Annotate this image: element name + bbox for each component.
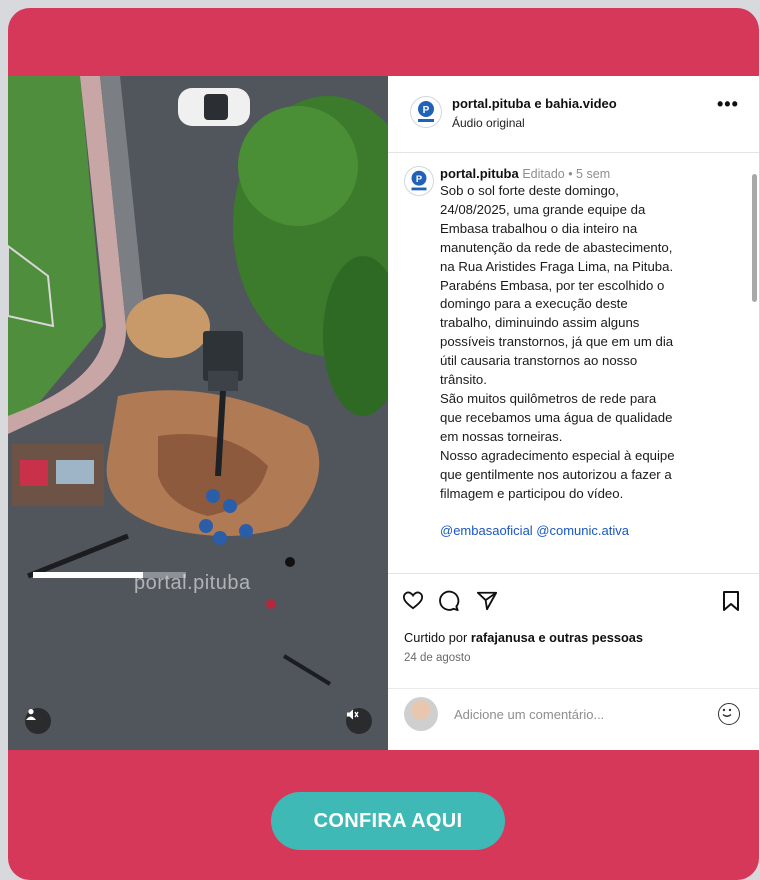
caption-scrollbar[interactable] xyxy=(750,154,758,572)
action-bar xyxy=(388,573,759,614)
aerial-street-scene xyxy=(8,76,388,750)
post-panel: P portal.pituba e bahia.video Áudio orig… xyxy=(388,76,759,750)
header-username[interactable]: portal.pituba e bahia.video xyxy=(452,96,617,111)
caption-avatar[interactable]: P xyxy=(404,166,434,196)
emoji-icon[interactable] xyxy=(718,703,740,725)
video-watermark: portal.pituba xyxy=(134,572,251,594)
share-icon[interactable] xyxy=(476,590,498,617)
likes-prefix: Curtido por xyxy=(404,630,468,645)
caption-meta: Editado • 5 sem xyxy=(522,167,611,181)
heart-icon[interactable] xyxy=(402,590,424,615)
user-icon[interactable] xyxy=(25,708,51,734)
caption-heading: portal.pituba Editado • 5 sem xyxy=(404,166,744,181)
header-avatar[interactable]: P xyxy=(410,96,442,128)
bookmark-icon[interactable] xyxy=(722,590,740,617)
video-player[interactable]: portal.pituba xyxy=(8,76,388,750)
likes-summary: Curtido por rafajanusa e outras pessoas xyxy=(404,630,643,645)
scroll-thumb[interactable] xyxy=(752,174,757,302)
svg-text:P: P xyxy=(423,105,430,116)
likes-username[interactable]: rafajanusa xyxy=(471,630,535,645)
comment-input[interactable]: Adicione um comentário... xyxy=(454,707,604,722)
post-header: P portal.pituba e bahia.video Áudio orig… xyxy=(388,76,759,153)
mute-icon[interactable] xyxy=(346,708,372,734)
svg-text:P: P xyxy=(416,174,422,184)
comment-icon[interactable] xyxy=(438,590,460,617)
caption-block: P portal.pituba Editado • 5 sem Sob o so… xyxy=(404,164,744,564)
commenter-avatar xyxy=(404,697,438,731)
more-icon[interactable]: ••• xyxy=(717,94,739,115)
caption-text: Sob o sol forte deste domingo, 24/08/202… xyxy=(440,183,675,501)
post-date[interactable]: 24 de agosto xyxy=(404,652,471,664)
confira-aqui-button[interactable]: CONFIRA AQUI xyxy=(271,792,505,850)
header-audio[interactable]: Áudio original xyxy=(452,116,525,130)
promo-card: portal.pituba P portal.pituba e bahia.vi… xyxy=(8,8,759,880)
video-progress-fill xyxy=(33,572,144,578)
caption-username[interactable]: portal.pituba xyxy=(440,166,519,181)
instagram-embed: portal.pituba P portal.pituba e bahia.vi… xyxy=(8,76,759,750)
comment-bar: Adicione um comentário... xyxy=(388,688,759,751)
caption-tags[interactable]: @embasaoficial @comunic.ativa xyxy=(404,523,744,538)
likes-others[interactable]: e outras pessoas xyxy=(538,630,643,645)
